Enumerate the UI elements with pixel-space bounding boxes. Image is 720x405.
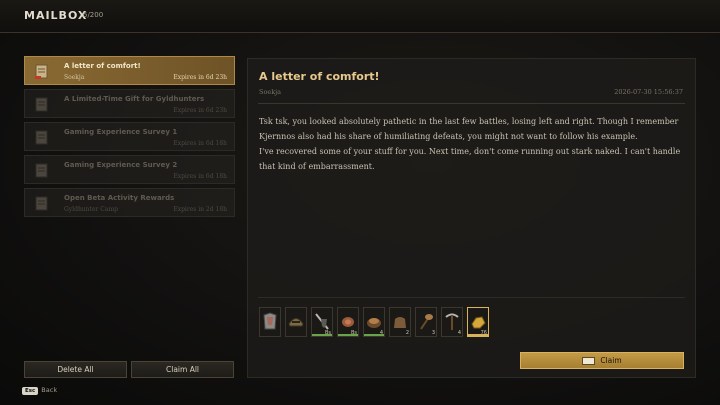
mail-subject: Gaming Experience Survey 1 [64,128,178,136]
attachment-slot[interactable]: Bs [337,307,359,337]
helmet-icon [288,318,304,327]
keyboard-icon [582,356,596,365]
mail-item-limited-time-gift[interactable]: A Limited-Time Gift for Gyldhunters Expi… [24,89,235,118]
esc-key-icon: Esc [22,387,39,395]
attachment-slot[interactable]: 4 [363,307,385,337]
mail-sender: Gyldhunter Camp [64,206,118,213]
mail-detail-body: Tsk tsk, you looked absolutely pathetic … [259,114,687,174]
mail-expiry: Expires in 2d 18h [173,206,227,213]
body-paragraph: Tsk tsk, you looked absolutely pathetic … [259,117,679,141]
divider [258,297,685,298]
mail-detail-title: A letter of comfort! [259,70,380,83]
attachment-slot[interactable]: 76 [467,307,489,337]
mail-detail-date: 2026-07-30 15:56:37 [614,88,683,96]
attachment-qty: 4 [457,330,461,336]
scroll-icon [35,64,48,79]
attachment-qty: 3 [431,330,435,336]
mail-expiry: Expires in 6d 18h [173,173,227,180]
mail-detail-sender: Soekja [259,88,282,96]
attachment-slot[interactable] [285,307,307,337]
mail-list: A letter of comfort! Soekja Expires in 6… [24,56,235,221]
durability-bar [364,334,384,336]
mail-expiry: Expires in 6d 18h [173,140,227,147]
mail-item-survey-1[interactable]: Gaming Experience Survey 1 Expires in 6d… [24,122,235,151]
back-label: Back [41,386,58,394]
attachment-slot[interactable] [259,307,281,337]
attachment-list: Bs Bs 4 2 3 4 76 [259,307,489,337]
back-hint[interactable]: Esc Back [22,386,57,395]
mail-sender: Soekja [64,74,85,81]
mail-detail-panel: A letter of comfort! Soekja 2026-07-30 1… [247,58,696,378]
delete-all-button[interactable]: Delete All [24,361,127,378]
mail-subject: A letter of comfort! [64,62,141,70]
durability-bar [312,334,332,336]
attachment-qty: 2 [405,330,409,336]
durability-bar [338,334,358,336]
scroll-icon [35,163,48,178]
mail-item-open-beta-rewards[interactable]: Open Beta Activity Rewards Gyldhunter Ca… [24,188,235,217]
claim-button[interactable]: Claim [520,352,684,369]
armor-chest-icon [263,312,277,330]
page-title: MAILBOX [24,9,88,22]
attachment-slot[interactable]: 2 [389,307,411,337]
mail-subject: Gaming Experience Survey 2 [64,161,178,169]
scroll-icon [35,97,48,112]
durability-bar [468,334,488,336]
top-bar: MAILBOX 5/200 [0,0,720,33]
divider [258,103,685,104]
mail-expiry: Expires in 6d 23h [173,107,227,114]
mail-item-survey-2[interactable]: Gaming Experience Survey 2 Expires in 6d… [24,155,235,184]
attachment-slot[interactable]: Bs [311,307,333,337]
attachment-slot[interactable]: 3 [415,307,437,337]
claim-label: Claim [600,356,622,365]
claim-all-button[interactable]: Claim All [131,361,234,378]
body-paragraph: I've recovered some of your stuff for yo… [259,147,681,171]
scroll-icon [35,196,48,211]
mail-subject: A Limited-Time Gift for Gyldhunters [64,95,205,103]
mail-count: 5/200 [83,11,104,19]
attachment-slot[interactable]: 4 [441,307,463,337]
mail-subject: Open Beta Activity Rewards [64,194,175,202]
mail-item-letter-of-comfort[interactable]: A letter of comfort! Soekja Expires in 6… [24,56,235,85]
scroll-icon [35,130,48,145]
mail-expiry: Expires in 6d 23h [173,74,227,81]
